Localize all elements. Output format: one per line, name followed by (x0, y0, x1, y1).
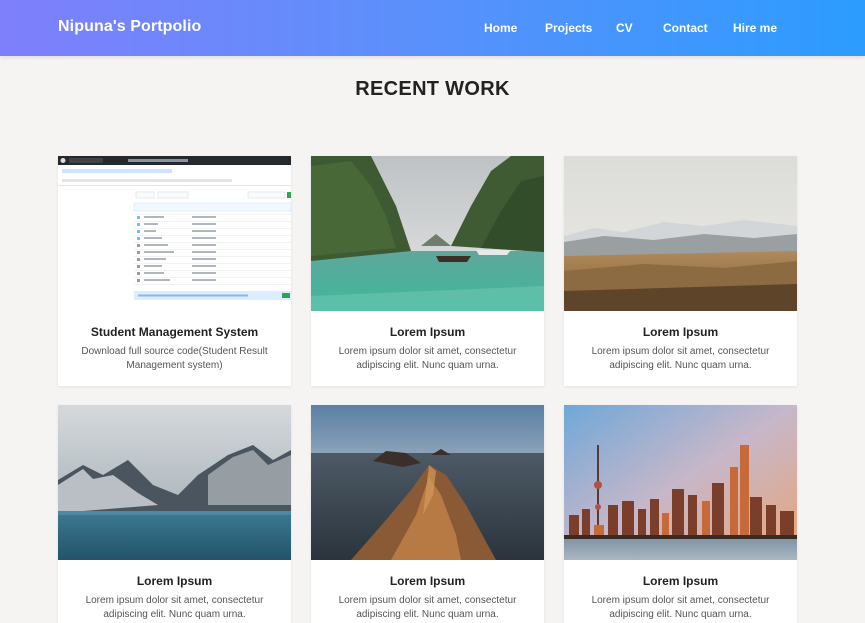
project-title[interactable]: Lorem Ipsum (564, 325, 797, 339)
project-thumbnail-lake (58, 405, 291, 560)
project-thumbnail-hills (564, 156, 797, 311)
project-thumbnail-skyline (564, 405, 797, 560)
project-thumbnail-github (58, 156, 291, 311)
project-title[interactable]: Lorem Ipsum (311, 325, 544, 339)
nav-home[interactable]: Home (484, 21, 517, 35)
project-description: Lorem ipsum dolor sit amet, consectetur … (338, 595, 517, 620)
project-description: Download full source code(Student Result… (81, 346, 268, 371)
project-title[interactable]: Lorem Ipsum (58, 574, 291, 588)
brand-logo[interactable]: Nipuna's Portpolio (58, 18, 201, 36)
project-thumbnail-lagoon (311, 156, 544, 311)
project-card[interactable]: Lorem Ipsum Lorem ipsum dolor sit amet, … (564, 156, 797, 386)
project-title[interactable]: Student Management System (58, 325, 291, 339)
project-card[interactable]: Lorem Ipsum Lorem ipsum dolor sit amet, … (311, 405, 544, 623)
project-description: Lorem ipsum dolor sit amet, consectetur … (591, 595, 770, 620)
project-card[interactable]: Lorem Ipsum Lorem ipsum dolor sit amet, … (311, 156, 544, 386)
project-card[interactable]: Student Management System Download full … (58, 156, 291, 386)
project-card[interactable]: Lorem Ipsum Lorem ipsum dolor sit amet, … (58, 405, 291, 623)
project-description: Lorem ipsum dolor sit amet, consectetur … (591, 346, 770, 371)
nav-cv[interactable]: CV (616, 21, 633, 35)
project-title[interactable]: Lorem Ipsum (564, 574, 797, 588)
section-title: RECENT WORK (355, 78, 510, 100)
project-description: Lorem ipsum dolor sit amet, consectetur … (85, 595, 264, 620)
project-thumbnail-cliffs (311, 405, 544, 560)
nav-projects[interactable]: Projects (545, 21, 592, 35)
project-card[interactable]: Lorem Ipsum Lorem ipsum dolor sit amet, … (564, 405, 797, 623)
nav-contact[interactable]: Contact (663, 21, 708, 35)
navbar: Nipuna's Portpolio Home Projects CV Cont… (0, 0, 865, 56)
nav-hire-me[interactable]: Hire me (733, 21, 777, 35)
project-title[interactable]: Lorem Ipsum (311, 574, 544, 588)
project-description: Lorem ipsum dolor sit amet, consectetur … (338, 346, 517, 371)
